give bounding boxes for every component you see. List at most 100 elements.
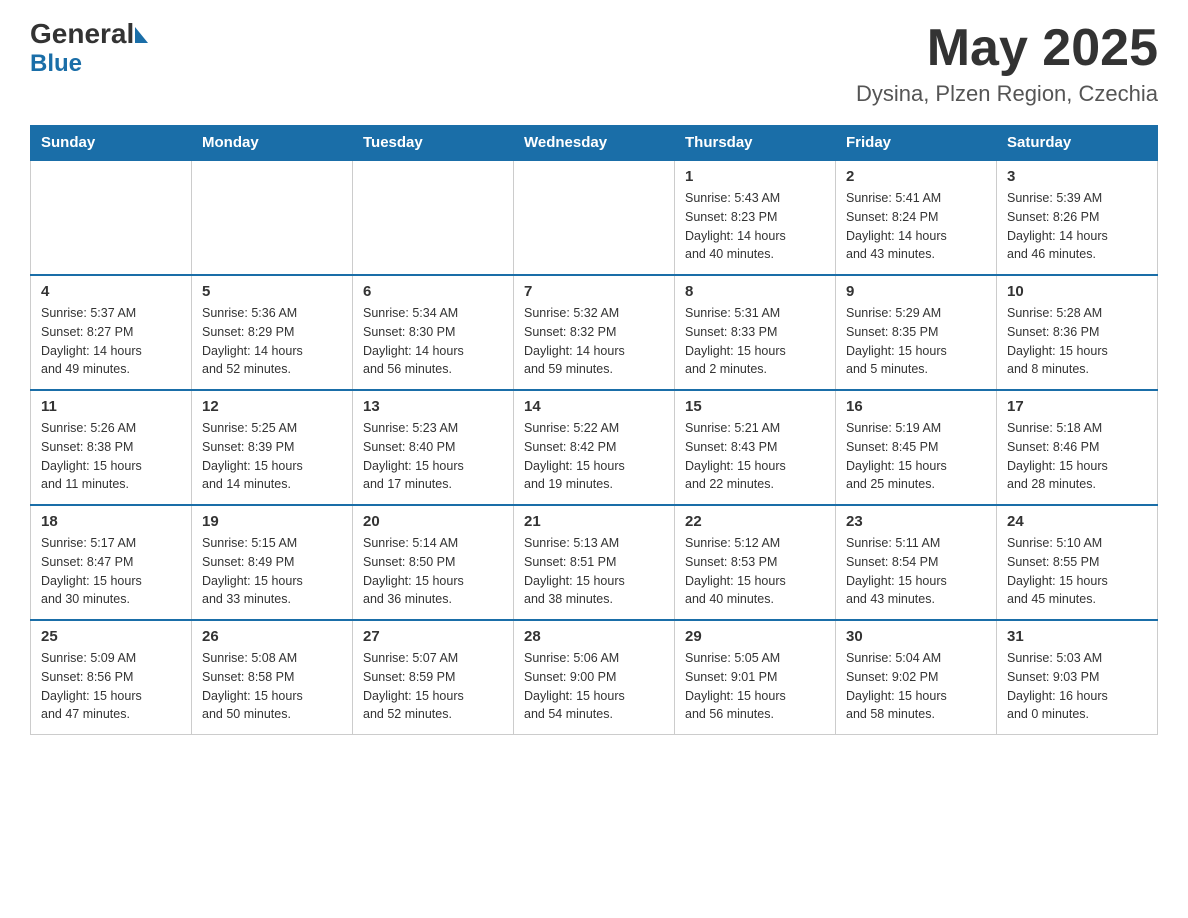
location-subtitle: Dysina, Plzen Region, Czechia — [856, 81, 1158, 107]
calendar-cell: 29 Sunrise: 5:05 AMSunset: 9:01 PMDayligh… — [675, 620, 836, 735]
day-number: 26 — [202, 628, 342, 645]
day-number: 25 — [41, 628, 181, 645]
day-info: Sunrise: 5:09 AMSunset: 8:56 PMDaylight:… — [41, 649, 181, 724]
calendar-cell: 10 Sunrise: 5:28 AMSunset: 8:36 PMDayligh… — [997, 275, 1158, 390]
day-info: Sunrise: 5:28 AMSunset: 8:36 PMDaylight:… — [1007, 304, 1147, 379]
calendar-cell: 6Sunrise: 5:34 AMSunset: 8:30 PMDaylight… — [353, 275, 514, 390]
day-of-week-header: Wednesday — [514, 126, 675, 161]
day-info: Sunrise: 5:10 AMSunset: 8:55 PMDaylight:… — [1007, 534, 1147, 609]
day-number: 17 — [1007, 398, 1147, 415]
day-of-week-header: Thursday — [675, 126, 836, 161]
calendar-cell: 18 Sunrise: 5:17 AMSunset: 8:47 PMDayligh… — [31, 505, 192, 620]
day-info: Sunrise: 5:18 AMSunset: 8:46 PMDaylight:… — [1007, 419, 1147, 494]
day-number: 28 — [524, 628, 664, 645]
day-info: Sunrise: 5:23 AMSunset: 8:40 PMDaylight:… — [363, 419, 503, 494]
day-number: 13 — [363, 398, 503, 415]
calendar-cell: 3 Sunrise: 5:39 AMSunset: 8:26 PMDaylight… — [997, 160, 1158, 275]
day-info: Sunrise: 5:29 AMSunset: 8:35 PMDaylight:… — [846, 304, 986, 379]
day-of-week-header: Friday — [836, 126, 997, 161]
day-info: Sunrise: 5:19 AMSunset: 8:45 PMDaylight:… — [846, 419, 986, 494]
day-number: 10 — [1007, 283, 1147, 300]
calendar-cell: 23 Sunrise: 5:11 AMSunset: 8:54 PMDayligh… — [836, 505, 997, 620]
day-info: Sunrise: 5:21 AMSunset: 8:43 PMDaylight:… — [685, 419, 825, 494]
day-number: 4 — [41, 283, 181, 300]
calendar-cell: 8 Sunrise: 5:31 AMSunset: 8:33 PMDaylight… — [675, 275, 836, 390]
day-info: Sunrise: 5:04 AMSunset: 9:02 PMDaylight:… — [846, 649, 986, 724]
day-info: Sunrise: 5:07 AMSunset: 8:59 PMDaylight:… — [363, 649, 503, 724]
day-info: Sunrise: 5:31 AMSunset: 8:33 PMDaylight:… — [685, 304, 825, 379]
calendar-cell: 2Sunrise: 5:41 AMSunset: 8:24 PMDaylight… — [836, 160, 997, 275]
page-header: General Blue May 2025 Dysina, Plzen Regi… — [30, 20, 1158, 107]
calendar-week-row: 18 Sunrise: 5:17 AMSunset: 8:47 PMDayligh… — [31, 505, 1158, 620]
calendar-cell: 17 Sunrise: 5:18 AMSunset: 8:46 PMDayligh… — [997, 390, 1158, 505]
calendar-week-row: 25 Sunrise: 5:09 AMSunset: 8:56 PMDayligh… — [31, 620, 1158, 735]
calendar-cell: 4 Sunrise: 5:37 AMSunset: 8:27 PMDaylight… — [31, 275, 192, 390]
day-of-week-header: Monday — [192, 126, 353, 161]
calendar-cell — [353, 160, 514, 275]
day-number: 18 — [41, 513, 181, 530]
calendar-cell — [31, 160, 192, 275]
day-number: 29 — [685, 628, 825, 645]
day-info: Sunrise: 5:41 AMSunset: 8:24 PMDaylight:… — [846, 189, 986, 264]
calendar-cell: 22Sunrise: 5:12 AMSunset: 8:53 PMDayligh… — [675, 505, 836, 620]
day-number: 11 — [41, 398, 181, 415]
day-number: 30 — [846, 628, 986, 645]
calendar-cell: 14 Sunrise: 5:22 AMSunset: 8:42 PMDayligh… — [514, 390, 675, 505]
calendar-cell: 25 Sunrise: 5:09 AMSunset: 8:56 PMDayligh… — [31, 620, 192, 735]
day-info: Sunrise: 5:26 AMSunset: 8:38 PMDaylight:… — [41, 419, 181, 494]
calendar-cell: 30 Sunrise: 5:04 AMSunset: 9:02 PMDayligh… — [836, 620, 997, 735]
calendar-cell: 5 Sunrise: 5:36 AMSunset: 8:29 PMDaylight… — [192, 275, 353, 390]
calendar-cell: 26 Sunrise: 5:08 AMSunset: 8:58 PMDayligh… — [192, 620, 353, 735]
day-info: Sunrise: 5:05 AMSunset: 9:01 PMDaylight:… — [685, 649, 825, 724]
day-info: Sunrise: 5:15 AMSunset: 8:49 PMDaylight:… — [202, 534, 342, 609]
day-info: Sunrise: 5:03 AMSunset: 9:03 PMDaylight:… — [1007, 649, 1147, 724]
day-number: 5 — [202, 283, 342, 300]
logo: General Blue — [30, 20, 148, 78]
day-number: 22 — [685, 513, 825, 530]
day-info: Sunrise: 5:11 AMSunset: 8:54 PMDaylight:… — [846, 534, 986, 609]
day-info: Sunrise: 5:43 AMSunset: 8:23 PMDaylight:… — [685, 189, 825, 264]
calendar-header-row: SundayMondayTuesdayWednesdayThursdayFrid… — [31, 126, 1158, 161]
logo-blue-text: Blue — [30, 50, 82, 78]
calendar-cell: 28Sunrise: 5:06 AMSunset: 9:00 PMDayligh… — [514, 620, 675, 735]
day-number: 23 — [846, 513, 986, 530]
day-info: Sunrise: 5:39 AMSunset: 8:26 PMDaylight:… — [1007, 189, 1147, 264]
day-number: 6 — [363, 283, 503, 300]
day-of-week-header: Saturday — [997, 126, 1158, 161]
day-number: 31 — [1007, 628, 1147, 645]
title-block: May 2025 Dysina, Plzen Region, Czechia — [856, 20, 1158, 107]
calendar-cell: 13 Sunrise: 5:23 AMSunset: 8:40 PMDayligh… — [353, 390, 514, 505]
day-of-week-header: Tuesday — [353, 126, 514, 161]
calendar-week-row: 11 Sunrise: 5:26 AMSunset: 8:38 PMDayligh… — [31, 390, 1158, 505]
calendar-cell: 31 Sunrise: 5:03 AMSunset: 9:03 PMDayligh… — [997, 620, 1158, 735]
calendar-cell: 12Sunrise: 5:25 AMSunset: 8:39 PMDayligh… — [192, 390, 353, 505]
calendar-cell: 16Sunrise: 5:19 AMSunset: 8:45 PMDayligh… — [836, 390, 997, 505]
calendar-week-row: 1 Sunrise: 5:43 AMSunset: 8:23 PMDaylight… — [31, 160, 1158, 275]
month-year-title: May 2025 — [856, 20, 1158, 77]
day-of-week-header: Sunday — [31, 126, 192, 161]
day-number: 14 — [524, 398, 664, 415]
day-info: Sunrise: 5:17 AMSunset: 8:47 PMDaylight:… — [41, 534, 181, 609]
calendar-cell: 1 Sunrise: 5:43 AMSunset: 8:23 PMDaylight… — [675, 160, 836, 275]
logo-general-text: General — [30, 20, 134, 48]
day-info: Sunrise: 5:22 AMSunset: 8:42 PMDaylight:… — [524, 419, 664, 494]
calendar-cell: 27Sunrise: 5:07 AMSunset: 8:59 PMDayligh… — [353, 620, 514, 735]
day-info: Sunrise: 5:08 AMSunset: 8:58 PMDaylight:… — [202, 649, 342, 724]
day-info: Sunrise: 5:36 AMSunset: 8:29 PMDaylight:… — [202, 304, 342, 379]
day-number: 24 — [1007, 513, 1147, 530]
calendar-cell: 19 Sunrise: 5:15 AMSunset: 8:49 PMDayligh… — [192, 505, 353, 620]
calendar-cell: 11 Sunrise: 5:26 AMSunset: 8:38 PMDayligh… — [31, 390, 192, 505]
day-info: Sunrise: 5:37 AMSunset: 8:27 PMDaylight:… — [41, 304, 181, 379]
day-number: 8 — [685, 283, 825, 300]
calendar-cell: 15Sunrise: 5:21 AMSunset: 8:43 PMDayligh… — [675, 390, 836, 505]
day-number: 1 — [685, 168, 825, 185]
day-number: 21 — [524, 513, 664, 530]
day-info: Sunrise: 5:32 AMSunset: 8:32 PMDaylight:… — [524, 304, 664, 379]
day-number: 12 — [202, 398, 342, 415]
day-number: 3 — [1007, 168, 1147, 185]
calendar-cell — [192, 160, 353, 275]
day-info: Sunrise: 5:13 AMSunset: 8:51 PMDaylight:… — [524, 534, 664, 609]
day-number: 19 — [202, 513, 342, 530]
logo-arrow-icon — [135, 27, 148, 43]
calendar-table: SundayMondayTuesdayWednesdayThursdayFrid… — [30, 125, 1158, 735]
